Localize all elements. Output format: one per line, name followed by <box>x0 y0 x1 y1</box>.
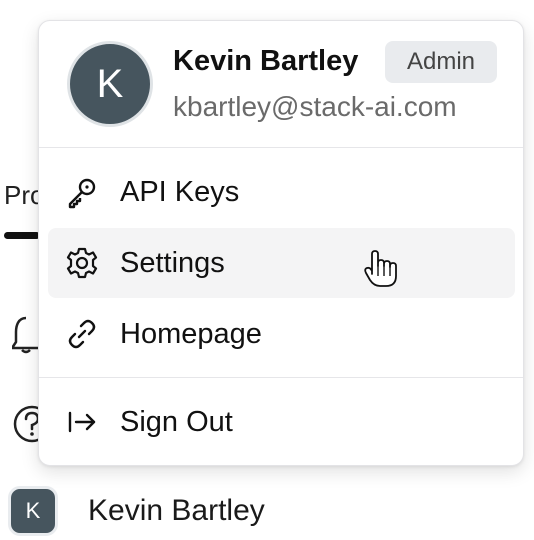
sign-out-icon <box>64 404 100 440</box>
menu-item-label: Settings <box>120 246 225 279</box>
menu-item-label: Homepage <box>120 317 262 350</box>
role-badge: Admin <box>385 41 497 83</box>
user-menu-popover: K Kevin Bartley Admin kbartley@stack-ai.… <box>38 20 524 466</box>
menu-item-api-keys[interactable]: API Keys <box>48 157 515 227</box>
avatar: K <box>67 41 153 127</box>
user-name: Kevin Bartley <box>173 45 359 77</box>
footer-user-name: Kevin Bartley <box>88 494 265 527</box>
footer-user[interactable]: K Kevin Bartley <box>8 486 265 536</box>
divider <box>39 377 523 378</box>
menu-item-homepage[interactable]: Homepage <box>48 299 515 369</box>
gear-icon <box>64 245 100 281</box>
hand-cursor-icon <box>364 250 397 287</box>
menu-item-settings[interactable]: Settings <box>48 228 515 298</box>
menu-item-label: API Keys <box>120 175 240 208</box>
divider <box>39 147 523 148</box>
link-icon <box>64 316 100 352</box>
menu-item-sign-out[interactable]: Sign Out <box>48 387 515 457</box>
user-email: kbartley@stack-ai.com <box>173 91 457 122</box>
avatar: K <box>8 486 58 536</box>
active-tab-indicator <box>4 232 40 239</box>
key-icon <box>64 174 100 210</box>
menu-item-label: Sign Out <box>120 405 233 438</box>
profile-header: K Kevin Bartley Admin kbartley@stack-ai.… <box>39 21 523 147</box>
